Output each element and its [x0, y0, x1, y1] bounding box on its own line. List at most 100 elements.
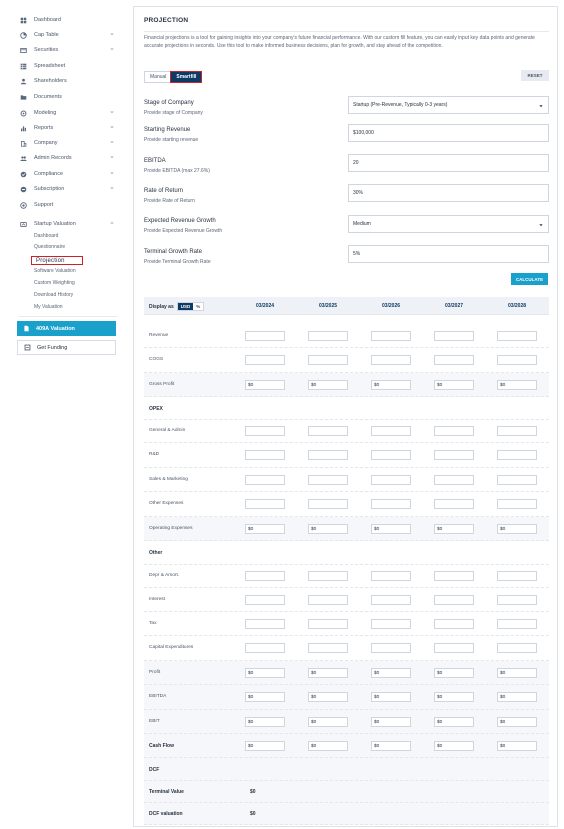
projection-input-cell[interactable] [245, 595, 285, 605]
projection-input-cell[interactable] [497, 571, 537, 581]
row-label: General & Admin [149, 428, 186, 433]
manual-mode-button[interactable]: Manual [145, 72, 171, 82]
starting-revenue-input[interactable]: $100,000 [348, 124, 549, 142]
table-row: Other Expenses [144, 492, 549, 517]
sidebar-item-startup-valuation[interactable]: Startup Valuation [20, 217, 118, 231]
sidebar-item-dashboard[interactable]: Dashboard [20, 13, 118, 27]
projection-input-cell[interactable] [497, 450, 537, 460]
projection-input-cell[interactable] [245, 355, 285, 365]
projection-input-cell[interactable] [371, 643, 411, 653]
sidebar-item-label: Shareholders [34, 78, 67, 84]
smartfill-mode-button[interactable]: Smartfill [170, 71, 203, 83]
projection-input-cell[interactable] [434, 499, 474, 509]
projection-input-cell[interactable] [434, 450, 474, 460]
projection-input-cell[interactable] [308, 643, 348, 653]
projection-input-cell[interactable] [434, 643, 474, 653]
table-row: Sales & Marketing [144, 468, 549, 492]
projection-input-cell[interactable] [497, 355, 537, 365]
sidebar-item-reports[interactable]: Reports [20, 121, 118, 135]
projection-input-cell[interactable] [497, 499, 537, 509]
projection-input-cell[interactable] [245, 331, 285, 341]
submenu-item-projection[interactable]: Projection [31, 256, 83, 265]
submenu-item-custom-weighting[interactable]: Custom Weighting [34, 280, 75, 286]
projection-input-cell[interactable] [308, 450, 348, 460]
projection-input-cell[interactable] [434, 571, 474, 581]
projection-input-cell[interactable] [371, 450, 411, 460]
projection-input-cell[interactable] [308, 331, 348, 341]
sidebar-item-modeling[interactable]: Modeling [20, 106, 118, 120]
submenu-item-my-valuation[interactable]: My Valuation [34, 304, 63, 310]
projection-input-cell[interactable] [308, 571, 348, 581]
projection-input-cell[interactable] [371, 571, 411, 581]
sidebar-item-documents[interactable]: Documents [20, 90, 118, 104]
sidebar-item-compliance[interactable]: Compliance [20, 167, 118, 181]
expected-revenue-growth-value: Medium [353, 221, 371, 227]
sidebar-item-subscription[interactable]: Subscription [20, 182, 118, 196]
projection-input-cell[interactable] [497, 426, 537, 436]
projection-input-cell[interactable] [245, 426, 285, 436]
projection-input-cell[interactable] [245, 571, 285, 581]
chevron-down-icon [110, 171, 114, 175]
get-funding-button[interactable]: Get Funding [17, 340, 116, 355]
projection-input-cell[interactable] [497, 331, 537, 341]
projection-input-cell[interactable] [308, 475, 348, 485]
submenu-item-questionnaire[interactable]: Questionnaire [34, 244, 65, 250]
row-label: DCF [149, 767, 160, 773]
reset-button[interactable]: RESET [521, 70, 549, 81]
projection-input-cell[interactable] [371, 355, 411, 365]
projection-input-cell[interactable] [308, 499, 348, 509]
projection-value-cell: $0 [497, 717, 537, 727]
projection-input-cell[interactable] [497, 475, 537, 485]
sidebar-item-company[interactable]: Company [20, 136, 118, 150]
projection-input-cell[interactable] [371, 499, 411, 509]
expected-revenue-growth-select[interactable]: Medium [348, 215, 549, 233]
projection-input-cell[interactable] [497, 643, 537, 653]
sidebar-item-spreadsheet[interactable]: Spreadsheet [20, 59, 118, 73]
projection-input-cell[interactable] [245, 450, 285, 460]
projection-input-cell[interactable] [371, 331, 411, 341]
row-label: Other Expenses [149, 501, 184, 506]
projection-input-cell[interactable] [434, 595, 474, 605]
table-row: Terminal Value $0 [144, 781, 549, 803]
rate-of-return-input[interactable]: 30% [348, 184, 549, 202]
submenu-item-software-valuation[interactable]: Software Valuation [34, 268, 76, 274]
projection-input-cell[interactable] [245, 475, 285, 485]
projection-input-cell[interactable] [245, 643, 285, 653]
unit-percent-button[interactable]: % [193, 303, 204, 310]
projection-input-cell[interactable] [308, 355, 348, 365]
projection-input-cell[interactable] [371, 619, 411, 629]
table-row: Gross Profit $0 $0 $0 $0 $0 [144, 373, 549, 397]
table-row: EBITDA $0 $0 $0 $0 $0 [144, 685, 549, 710]
projection-input-cell[interactable] [434, 331, 474, 341]
409a-valuation-button[interactable]: 409A Valuation [17, 321, 116, 336]
table-row: DCF valuation $0 [144, 803, 549, 825]
sidebar-item-admin-records[interactable]: Admin Records [20, 151, 118, 165]
sidebar-item-shareholders[interactable]: Shareholders [20, 74, 118, 88]
projection-input-cell[interactable] [434, 475, 474, 485]
projection-value-cell: $0 [308, 692, 348, 702]
projection-input-cell[interactable] [371, 595, 411, 605]
calculate-button[interactable]: CALCULATE [511, 273, 548, 285]
stage-of-company-select[interactable]: Startup (Pre-Revenue, Typically 0-3 year… [348, 96, 549, 114]
projection-input-cell[interactable] [434, 426, 474, 436]
sidebar-item-label: Documents [34, 94, 62, 100]
unit-usd-button[interactable]: USD [177, 303, 194, 310]
projection-input-cell[interactable] [497, 619, 537, 629]
submenu-item-download-history[interactable]: Download History [34, 292, 73, 298]
sidebar-item-support[interactable]: Support [20, 198, 118, 212]
projection-input-cell[interactable] [245, 619, 285, 629]
terminal-growth-rate-input[interactable]: 5% [348, 245, 549, 263]
projection-input-cell[interactable] [434, 355, 474, 365]
projection-input-cell[interactable] [308, 595, 348, 605]
projection-input-cell[interactable] [308, 426, 348, 436]
projection-input-cell[interactable] [371, 475, 411, 485]
sidebar-item-securities[interactable]: Securities [20, 43, 118, 57]
sidebar-item-cap-table[interactable]: Cap Table [20, 28, 118, 42]
projection-input-cell[interactable] [245, 499, 285, 509]
projection-input-cell[interactable] [371, 426, 411, 436]
submenu-item-dashboard[interactable]: Dashboard [34, 233, 58, 239]
ebitda-input[interactable]: 20 [348, 154, 549, 172]
projection-input-cell[interactable] [308, 619, 348, 629]
projection-input-cell[interactable] [497, 595, 537, 605]
projection-input-cell[interactable] [434, 619, 474, 629]
